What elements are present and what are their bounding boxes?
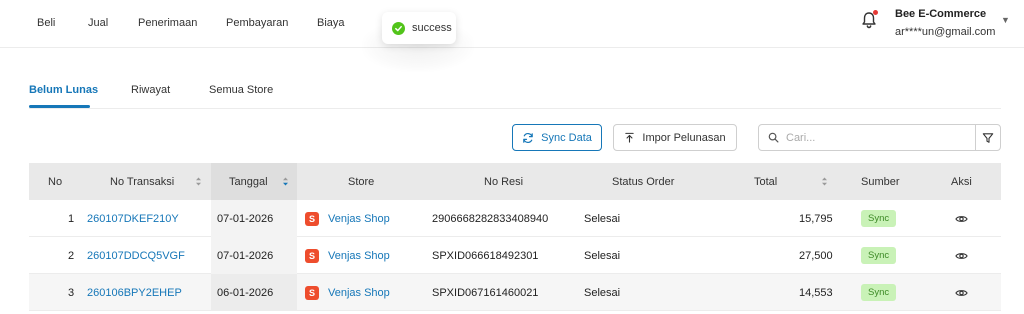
- filter-icon: [982, 132, 994, 143]
- shopee-icon: S: [305, 211, 319, 226]
- cell-tanggal: 07-01-2026: [217, 212, 274, 225]
- sort-icon[interactable]: [821, 176, 828, 187]
- check-circle-icon: [392, 21, 405, 35]
- notification-dot: [873, 10, 878, 15]
- table-row: 2 260107DDCQ5VGF 07-01-2026 S Venjas Sho…: [29, 237, 1001, 274]
- sort-desc-icon[interactable]: [282, 176, 289, 187]
- account-name[interactable]: Bee E-Commerce: [895, 8, 986, 20]
- cell-status-order: Selesai: [584, 212, 621, 225]
- header-status-order: Status Order: [612, 175, 675, 188]
- store-name[interactable]: Venjas Shop: [328, 213, 390, 225]
- sync-data-button[interactable]: Sync Data: [512, 124, 602, 151]
- cell-sumber: Sync: [861, 200, 897, 237]
- store-name[interactable]: Venjas Shop: [328, 250, 390, 262]
- cell-no-transaksi-link[interactable]: 260106BPY2EHEP: [87, 274, 182, 311]
- cell-no-resi: SPXID066618492301: [432, 249, 539, 262]
- cell-sumber: Sync: [861, 274, 897, 311]
- cell-sumber: Sync: [861, 237, 897, 274]
- sync-data-label: Sync Data: [541, 131, 592, 144]
- filter-button[interactable]: [975, 124, 1001, 151]
- shopee-icon: S: [305, 285, 319, 300]
- nav-item-jual[interactable]: Jual: [88, 17, 108, 29]
- header-no-transaksi[interactable]: No Transaksi: [110, 163, 174, 200]
- tabs-divider: [29, 108, 1001, 109]
- view-icon[interactable]: [955, 200, 968, 237]
- account-email[interactable]: ar****un@gmail.com: [895, 26, 995, 38]
- search-box: [758, 124, 976, 151]
- active-tab-indicator: [29, 105, 90, 108]
- view-icon[interactable]: [955, 237, 968, 274]
- cell-no: 2: [68, 249, 75, 262]
- nav-item-beli[interactable]: Beli: [37, 17, 55, 29]
- header-aksi: Aksi: [951, 175, 972, 188]
- view-icon[interactable]: [955, 274, 968, 311]
- header-store: Store: [348, 175, 375, 188]
- store-name[interactable]: Venjas Shop: [328, 287, 390, 299]
- header-sumber: Sumber: [861, 175, 900, 188]
- tab-semua-store[interactable]: Semua Store: [209, 84, 273, 96]
- upload-icon: [625, 132, 635, 143]
- cell-no-transaksi-link[interactable]: 260107DKEF210Y: [87, 200, 179, 237]
- cell-store[interactable]: S Venjas Shop: [305, 274, 390, 311]
- cell-total: 27,500: [799, 249, 833, 262]
- cell-store[interactable]: S Venjas Shop: [305, 237, 390, 274]
- transactions-table: No No Transaksi Tanggal Store No Resi St…: [29, 163, 1001, 311]
- table-header: No No Transaksi Tanggal Store No Resi St…: [29, 163, 1001, 200]
- header-no-resi: No Resi: [484, 175, 524, 188]
- cell-no-resi: 2906668282833408940: [432, 212, 549, 225]
- sync-icon: [523, 132, 533, 143]
- cell-total: 15,795: [799, 212, 833, 225]
- table-row: 3 260106BPY2EHEP 06-01-2026 S Venjas Sho…: [29, 274, 1001, 311]
- cell-tanggal: 07-01-2026: [217, 249, 274, 262]
- chevron-down-icon[interactable]: ▼: [1001, 15, 1010, 25]
- sync-badge: Sync: [861, 210, 897, 227]
- cell-status-order: Selesai: [584, 249, 621, 262]
- nav-item-pembayaran[interactable]: Pembayaran: [226, 17, 288, 29]
- cell-store[interactable]: S Venjas Shop: [305, 200, 390, 237]
- nav-item-biaya[interactable]: Biaya: [317, 17, 345, 29]
- sync-badge: Sync: [861, 247, 897, 264]
- cell-status-order: Selesai: [584, 286, 621, 299]
- cell-no-resi: SPXID067161460021: [432, 286, 539, 299]
- nav-item-penerimaan[interactable]: Penerimaan: [138, 17, 197, 29]
- success-toast: success: [382, 12, 456, 44]
- header-no: No: [48, 175, 63, 188]
- sort-icon[interactable]: [195, 176, 202, 187]
- cell-no: 3: [68, 286, 75, 299]
- tab-riwayat[interactable]: Riwayat: [131, 84, 170, 96]
- impor-pelunasan-label: Impor Pelunasan: [642, 131, 726, 144]
- tab-belum-lunas[interactable]: Belum Lunas: [29, 84, 98, 96]
- cell-no: 1: [68, 212, 75, 225]
- sync-badge: Sync: [861, 284, 897, 301]
- top-navigation-bar: Beli Jual Penerimaan Pembayaran Biaya Be…: [0, 0, 1024, 48]
- search-icon: [768, 132, 779, 143]
- search-input[interactable]: [786, 131, 966, 144]
- cell-tanggal: 06-01-2026: [217, 286, 274, 299]
- shopee-icon: S: [305, 248, 319, 263]
- toast-message: success: [412, 22, 452, 34]
- table-row: 1 260107DKEF210Y 07-01-2026 S Venjas Sho…: [29, 200, 1001, 237]
- cell-no-transaksi-link[interactable]: 260107DDCQ5VGF: [87, 237, 185, 274]
- header-tanggal[interactable]: Tanggal: [229, 163, 268, 200]
- header-total[interactable]: Total: [754, 163, 777, 200]
- cell-total: 14,553: [799, 286, 833, 299]
- impor-pelunasan-button[interactable]: Impor Pelunasan: [613, 124, 737, 151]
